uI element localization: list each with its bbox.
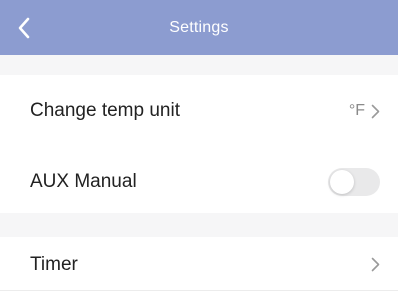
page-title: Settings: [169, 18, 229, 36]
aux-manual-row: AUX Manual: [0, 153, 398, 211]
section-spacer: [0, 55, 398, 75]
temp-unit-row[interactable]: Change temp unit °F: [0, 82, 398, 140]
timer-label: Timer: [30, 253, 78, 275]
row-divider: [0, 290, 398, 291]
header-bar: Settings: [0, 0, 398, 55]
temp-unit-label: Change temp unit: [30, 100, 180, 121]
aux-manual-toggle[interactable]: [328, 168, 380, 196]
temp-unit-value: °F: [348, 102, 365, 119]
settings-screen: Settings Change temp unit °F AUX Manual …: [0, 0, 398, 292]
toggle-knob: [330, 170, 354, 194]
chevron-right-icon: [371, 104, 380, 119]
aux-manual-label: AUX Manual: [30, 171, 137, 192]
back-button[interactable]: [10, 14, 38, 42]
section-spacer: [0, 213, 398, 237]
chevron-left-icon: [18, 17, 30, 39]
chevron-right-icon: [371, 257, 380, 272]
timer-row[interactable]: Timer: [0, 237, 398, 292]
